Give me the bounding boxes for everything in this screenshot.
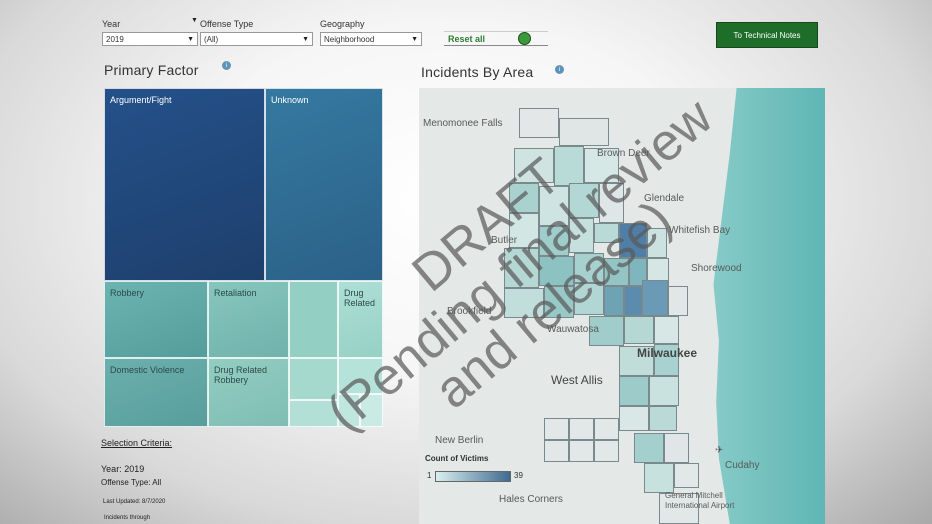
offense-type-select-value: (All)	[204, 34, 219, 44]
year-filter-label: Year	[102, 19, 121, 29]
map-region[interactable]	[624, 316, 654, 344]
treemap-label: Domestic Violence	[110, 365, 185, 375]
geography-select-value: Neighborhood	[324, 34, 375, 44]
treemap-cell-argument-fight[interactable]: Argument/Fight	[104, 88, 265, 281]
reset-all-control[interactable]: Reset all	[444, 31, 548, 46]
map-region[interactable]	[649, 406, 677, 431]
chevron-down-icon: ▼	[187, 35, 194, 43]
legend-max: 39	[514, 471, 523, 480]
treemap-label: Retaliation	[214, 288, 257, 298]
treemap-cell-retaliation[interactable]: Retaliation	[208, 281, 289, 358]
sort-caret-icon[interactable]: ▼	[191, 17, 198, 24]
last-updated: Last Updated: 8/7/2020	[103, 499, 166, 505]
legend-min: 1	[427, 471, 432, 480]
place-label: Menomonee Falls	[423, 118, 503, 129]
place-label: Milwaukee	[637, 346, 698, 360]
treemap-cell-domestic-violence[interactable]: Domestic Violence	[104, 358, 208, 427]
map-region[interactable]	[644, 463, 674, 493]
treemap-cell-drug-related-robbery[interactable]: Drug Related Robbery	[208, 358, 289, 427]
info-icon[interactable]: i	[555, 65, 564, 74]
airport-icon: ✈	[715, 445, 724, 456]
selection-offense-label: Offense Type:	[101, 478, 151, 487]
geography-filter-label: Geography	[320, 19, 365, 29]
map-region[interactable]	[594, 418, 619, 440]
map-region[interactable]	[544, 418, 569, 440]
year-select[interactable]: 2019 ▼	[102, 32, 198, 46]
incidents-by-area-title: Incidents By Area	[421, 64, 534, 80]
map-region[interactable]	[634, 433, 664, 463]
map-region[interactable]	[642, 280, 668, 316]
year-select-value: 2019	[106, 34, 124, 44]
info-icon[interactable]: i	[222, 61, 231, 70]
map-region[interactable]	[664, 433, 689, 463]
selection-offense: Offense Type: All	[101, 478, 161, 487]
place-label: Shorewood	[691, 263, 742, 274]
map-region[interactable]	[594, 440, 619, 462]
place-label: West Allis	[551, 373, 603, 387]
legend-color-ramp	[435, 471, 511, 482]
selection-criteria-heading: Selection Criteria:	[101, 438, 173, 448]
reset-toggle-icon[interactable]	[518, 32, 531, 45]
primary-factor-title: Primary Factor	[104, 62, 199, 78]
map-region[interactable]	[654, 316, 679, 344]
place-label: General Mitchell International Airport	[665, 491, 735, 510]
treemap-cell-robbery[interactable]: Robbery	[104, 281, 208, 358]
place-label: Cudahy	[725, 460, 760, 471]
offense-type-filter-label: Offense Type	[200, 19, 254, 29]
chevron-down-icon: ▼	[302, 35, 309, 43]
selection-offense-value: All	[152, 478, 162, 487]
selection-year: Year: 2019	[101, 464, 144, 474]
geography-select[interactable]: Neighborhood ▼	[320, 32, 422, 46]
selection-year-value: 2019	[124, 464, 145, 474]
treemap-label: Robbery	[110, 288, 145, 298]
offense-type-select[interactable]: (All) ▼	[200, 32, 313, 46]
map-region[interactable]	[619, 376, 649, 406]
map-region[interactable]	[624, 286, 642, 316]
treemap-label: Drug Related Robbery	[214, 365, 268, 385]
treemap-cell-unknown[interactable]: Unknown	[265, 88, 383, 281]
place-label: New Berlin	[435, 435, 484, 446]
technical-notes-button[interactable]: To Technical Notes	[716, 22, 818, 48]
treemap-label: Unknown	[271, 95, 309, 105]
selection-year-label: Year:	[101, 464, 122, 474]
incidents-through: Incidents through	[104, 515, 151, 521]
map-region[interactable]	[544, 440, 569, 462]
map-region[interactable]	[519, 108, 559, 138]
treemap-label: Argument/Fight	[110, 95, 172, 105]
legend-title: Count of Victims	[425, 454, 489, 463]
map-region[interactable]	[674, 463, 699, 488]
reset-all-label: Reset all	[448, 33, 486, 44]
chevron-down-icon: ▼	[411, 35, 418, 43]
map-region[interactable]	[649, 376, 679, 406]
map-region[interactable]	[668, 286, 688, 316]
map-region[interactable]	[569, 418, 594, 440]
map-region[interactable]	[619, 406, 649, 431]
place-label: Hales Corners	[499, 494, 563, 505]
map-region[interactable]	[569, 440, 594, 462]
